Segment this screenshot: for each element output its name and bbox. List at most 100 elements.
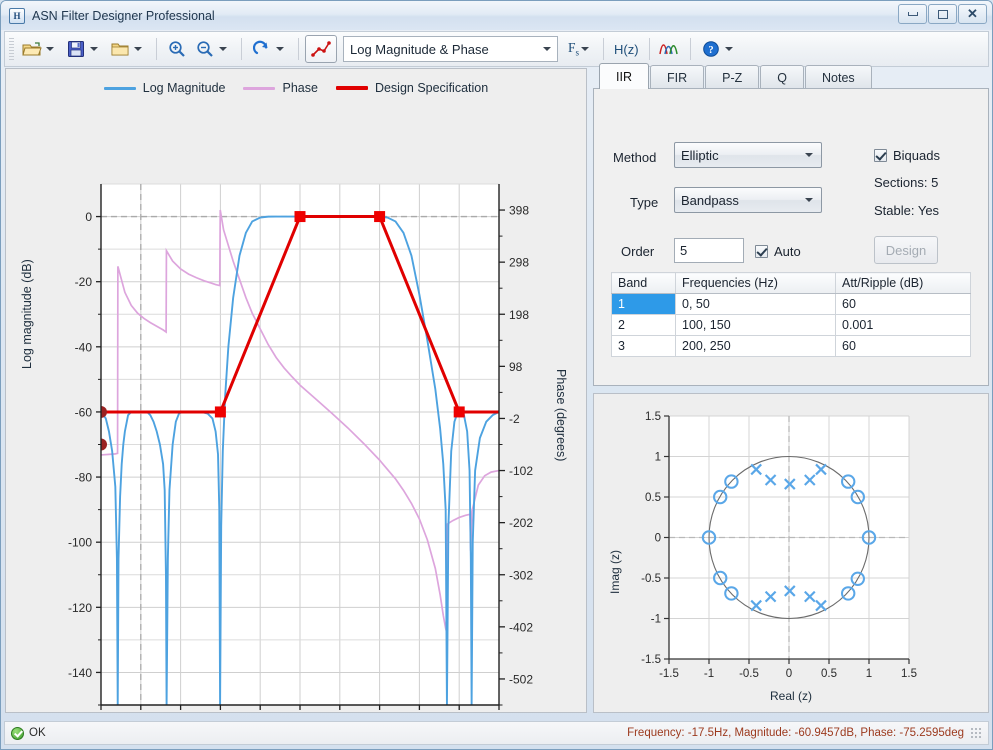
signal-analyser-button[interactable] [656, 35, 684, 63]
window-controls: ✕ [898, 4, 987, 24]
auto-order-label: Auto [774, 244, 801, 259]
status-text: OK [29, 727, 46, 739]
tab-notes-label: Notes [822, 71, 855, 85]
method-select-value: Elliptic [681, 148, 719, 163]
svg-text:-402: -402 [509, 620, 533, 634]
minimize-button[interactable] [898, 4, 927, 24]
project-dropdown-caret[interactable] [134, 47, 142, 51]
save-button[interactable] [62, 35, 106, 63]
svg-text:1.5: 1.5 [901, 668, 917, 680]
toolbar-grip[interactable] [9, 38, 14, 60]
chart-canvas[interactable]: 0-20-40-60-80-100-120-14039829819898-2-1… [6, 69, 588, 714]
cell-attenuation[interactable]: 60 [836, 336, 971, 357]
status-bar: OK Frequency: -17.5Hz, Magnitude: -60.94… [4, 721, 989, 745]
project-button[interactable] [106, 35, 150, 63]
cursor-readout: Frequency: -17.5Hz, Magnitude: -60.9457d… [627, 727, 964, 739]
cell-attenuation[interactable]: 0.001 [836, 315, 971, 336]
chevron-down-icon[interactable] [543, 47, 551, 51]
application-window: H ASN Filter Designer Professional ✕ [0, 0, 993, 750]
close-icon: ✕ [967, 6, 978, 22]
svg-text:1.5: 1.5 [645, 411, 661, 423]
tab-fir-label: FIR [667, 71, 687, 85]
zoom-dropdown-caret[interactable] [219, 47, 227, 51]
toolbar-separator-6 [690, 38, 691, 60]
biquads-checkbox[interactable]: Biquads [874, 148, 940, 163]
view-select[interactable]: Log Magnitude & Phase [343, 36, 558, 62]
open-button[interactable] [18, 35, 62, 63]
svg-text:-0.5: -0.5 [641, 573, 661, 585]
cell-band[interactable]: 3 [612, 336, 676, 357]
table-header-row: Band Frequencies (Hz) Att/Ripple (dB) [612, 273, 971, 294]
chevron-down-icon[interactable] [805, 153, 813, 157]
open-dropdown-caret[interactable] [46, 47, 54, 51]
cell-attenuation[interactable]: 60 [836, 294, 971, 315]
maximize-button[interactable] [928, 4, 957, 24]
order-label: Order [621, 244, 654, 259]
magnitude-phase-chart-panel[interactable]: Log Magnitude Phase Design Specification… [5, 68, 587, 713]
type-select[interactable]: Bandpass [674, 187, 822, 213]
svg-text:0: 0 [786, 668, 792, 680]
header-frequencies: Frequencies (Hz) [676, 273, 836, 294]
toolbar-separator-2 [241, 38, 242, 60]
tab-notes[interactable]: Notes [805, 65, 872, 89]
svg-text:-80: -80 [75, 471, 93, 485]
close-button[interactable]: ✕ [958, 4, 987, 24]
svg-text:0.5: 0.5 [645, 492, 661, 504]
cell-band[interactable]: 2 [612, 315, 676, 336]
redo-button[interactable] [248, 35, 292, 63]
svg-text:-100: -100 [68, 536, 92, 550]
cell-frequencies[interactable]: 200, 250 [676, 336, 836, 357]
cell-frequencies[interactable]: 100, 150 [676, 315, 836, 336]
tab-pz-label: P-Z [722, 71, 742, 85]
zoom-out-button[interactable] [191, 35, 235, 63]
svg-text:-140: -140 [68, 666, 92, 680]
help-dropdown-caret[interactable] [725, 47, 733, 51]
transfer-function-button[interactable]: H(z) [610, 42, 643, 57]
help-question-icon: ? [699, 37, 723, 61]
table-row[interactable]: 2 100, 150 0.001 [612, 315, 971, 336]
floppy-save-icon [64, 37, 88, 61]
order-input[interactable]: 5 [674, 238, 744, 263]
header-band: Band [612, 273, 676, 294]
biquads-label: Biquads [893, 148, 940, 163]
method-select[interactable]: Elliptic [674, 142, 822, 168]
fs-dropdown-caret[interactable] [581, 47, 589, 51]
svg-text:298: 298 [509, 256, 529, 270]
design-button[interactable]: Design [874, 236, 938, 264]
fs-label: Fs [568, 40, 579, 58]
tab-iir[interactable]: IIR [599, 63, 649, 89]
signal-waves-icon [658, 37, 682, 61]
table-row[interactable]: 1 0, 50 60 [612, 294, 971, 315]
zoom-in-button[interactable] [163, 35, 191, 63]
save-dropdown-caret[interactable] [90, 47, 98, 51]
type-label: Type [630, 195, 658, 210]
pole-zero-canvas[interactable]: 1.510.50-0.5-1-1.5-1.5-1-0.500.511.5 [594, 394, 988, 712]
checkmark-icon [874, 149, 887, 162]
svg-text:-1.5: -1.5 [659, 668, 679, 680]
status-left: OK [11, 727, 46, 740]
toolbar-separator-5 [649, 38, 650, 60]
svg-text:-120: -120 [68, 601, 92, 615]
auto-order-checkbox[interactable]: Auto [755, 244, 801, 259]
table-row[interactable]: 3 200, 250 60 [612, 336, 971, 357]
resize-grip[interactable] [970, 727, 982, 739]
help-button[interactable]: ? [697, 35, 741, 63]
svg-text:-1.5: -1.5 [641, 654, 661, 666]
tab-fir[interactable]: FIR [650, 65, 704, 89]
svg-text:98: 98 [509, 360, 523, 374]
chevron-down-icon[interactable] [805, 198, 813, 202]
svg-text:-202: -202 [509, 516, 533, 530]
cell-band[interactable]: 1 [612, 294, 676, 315]
band-specification-table[interactable]: Band Frequencies (Hz) Att/Ripple (dB) 1 … [611, 272, 971, 357]
tab-q[interactable]: Q [760, 65, 804, 89]
redo-dropdown-caret[interactable] [276, 47, 284, 51]
sample-rate-button[interactable]: Fs [566, 35, 597, 63]
cell-frequencies[interactable]: 0, 50 [676, 294, 836, 315]
tab-pz[interactable]: P-Z [705, 65, 759, 89]
type-select-value: Bandpass [681, 193, 739, 208]
design-tabs: IIR FIR P-Z Q Notes [599, 63, 873, 89]
chart-view-button[interactable] [305, 35, 337, 63]
main-toolbar: Log Magnitude & Phase Fs H(z) [4, 31, 989, 67]
pole-zero-panel[interactable]: Imag (z) Real (z) 1.510.50-0.5-1-1.5-1.5… [593, 393, 989, 713]
minimize-icon [908, 12, 918, 16]
